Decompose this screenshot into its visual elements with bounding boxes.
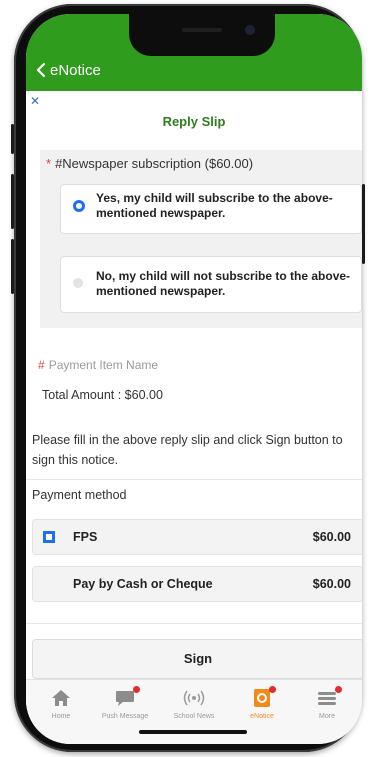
camera <box>245 25 255 35</box>
payment-option-price: $60.00 <box>312 577 351 591</box>
radio-selected-icon[interactable] <box>73 200 85 212</box>
option-not-subscribe[interactable]: No, my child will not subscribe to the a… <box>60 256 362 313</box>
tab-label: eNotice <box>250 713 274 720</box>
tab-label: Push Message <box>101 713 149 720</box>
back-label: eNotice <box>50 61 101 79</box>
power-button <box>362 184 365 264</box>
notification-badge <box>269 686 276 693</box>
payment-option-name: Pay by Cash or Cheque <box>73 577 213 591</box>
tab-push-message[interactable]: Push Message <box>90 686 160 720</box>
home-icon <box>52 690 70 706</box>
payment-option-cash[interactable]: Pay by Cash or Cheque $60.00 <box>32 566 362 602</box>
sign-instructions: Please fill in the above reply slip and … <box>32 433 343 467</box>
speaker <box>182 28 222 32</box>
tab-label: More <box>319 713 335 720</box>
payment-option-name: FPS <box>73 530 98 544</box>
mute-switch <box>11 124 14 154</box>
close-icon[interactable]: ✕ <box>30 94 40 108</box>
notification-badge <box>335 686 342 693</box>
divider <box>26 479 362 480</box>
home-indicator[interactable] <box>139 730 247 734</box>
tab-more[interactable]: More <box>292 686 362 720</box>
required-icon: * <box>46 156 52 171</box>
broadcast-icon <box>183 690 205 706</box>
volume-up-button <box>11 174 14 229</box>
tab-bar: Home Push Message School News eNotice Mo… <box>26 679 362 744</box>
question-section: * #Newspaper subscription ($60.00) Yes, m… <box>40 150 362 328</box>
total-amount: Total Amount : $60.00 <box>42 388 163 402</box>
option-text: Yes, my child will subscribe to the abov… <box>96 191 333 220</box>
tab-label: School News <box>173 713 215 720</box>
tab-home[interactable]: Home <box>26 686 96 720</box>
tab-enotice[interactable]: eNotice <box>227 686 297 720</box>
payment-method-label: Payment method <box>32 488 127 502</box>
question-label: * #Newspaper subscription ($60.00) <box>46 156 253 171</box>
volume-down-button <box>11 239 14 294</box>
sign-button[interactable]: Sign <box>32 639 362 679</box>
option-text: No, my child will not subscribe to the a… <box>96 269 351 298</box>
tab-school-news[interactable]: School News <box>159 686 229 720</box>
payment-option-price: $60.00 <box>312 530 351 544</box>
notch <box>129 14 275 56</box>
divider <box>26 623 362 624</box>
reply-slip-title: Reply Slip <box>162 114 226 129</box>
hash-icon: # <box>38 358 45 372</box>
option-subscribe[interactable]: Yes, my child will subscribe to the abov… <box>60 184 362 234</box>
screen: eNotice ✕ Reply Slip * #Newspaper subscri… <box>26 14 362 744</box>
radio-unselected-icon[interactable] <box>73 278 83 288</box>
payment-item-label: Payment Item Name <box>48 358 159 372</box>
tab-label: Home <box>51 713 71 720</box>
payment-item-name: # Payment Item Name <box>38 358 158 372</box>
payment-option-fps[interactable]: FPS $60.00 <box>32 519 362 555</box>
question-text: #Newspaper subscription ($60.00) <box>55 156 254 171</box>
chevron-left-icon <box>36 62 46 78</box>
notification-badge <box>133 686 140 693</box>
back-button[interactable]: eNotice <box>36 59 101 81</box>
radio-selected-icon[interactable] <box>43 531 55 543</box>
